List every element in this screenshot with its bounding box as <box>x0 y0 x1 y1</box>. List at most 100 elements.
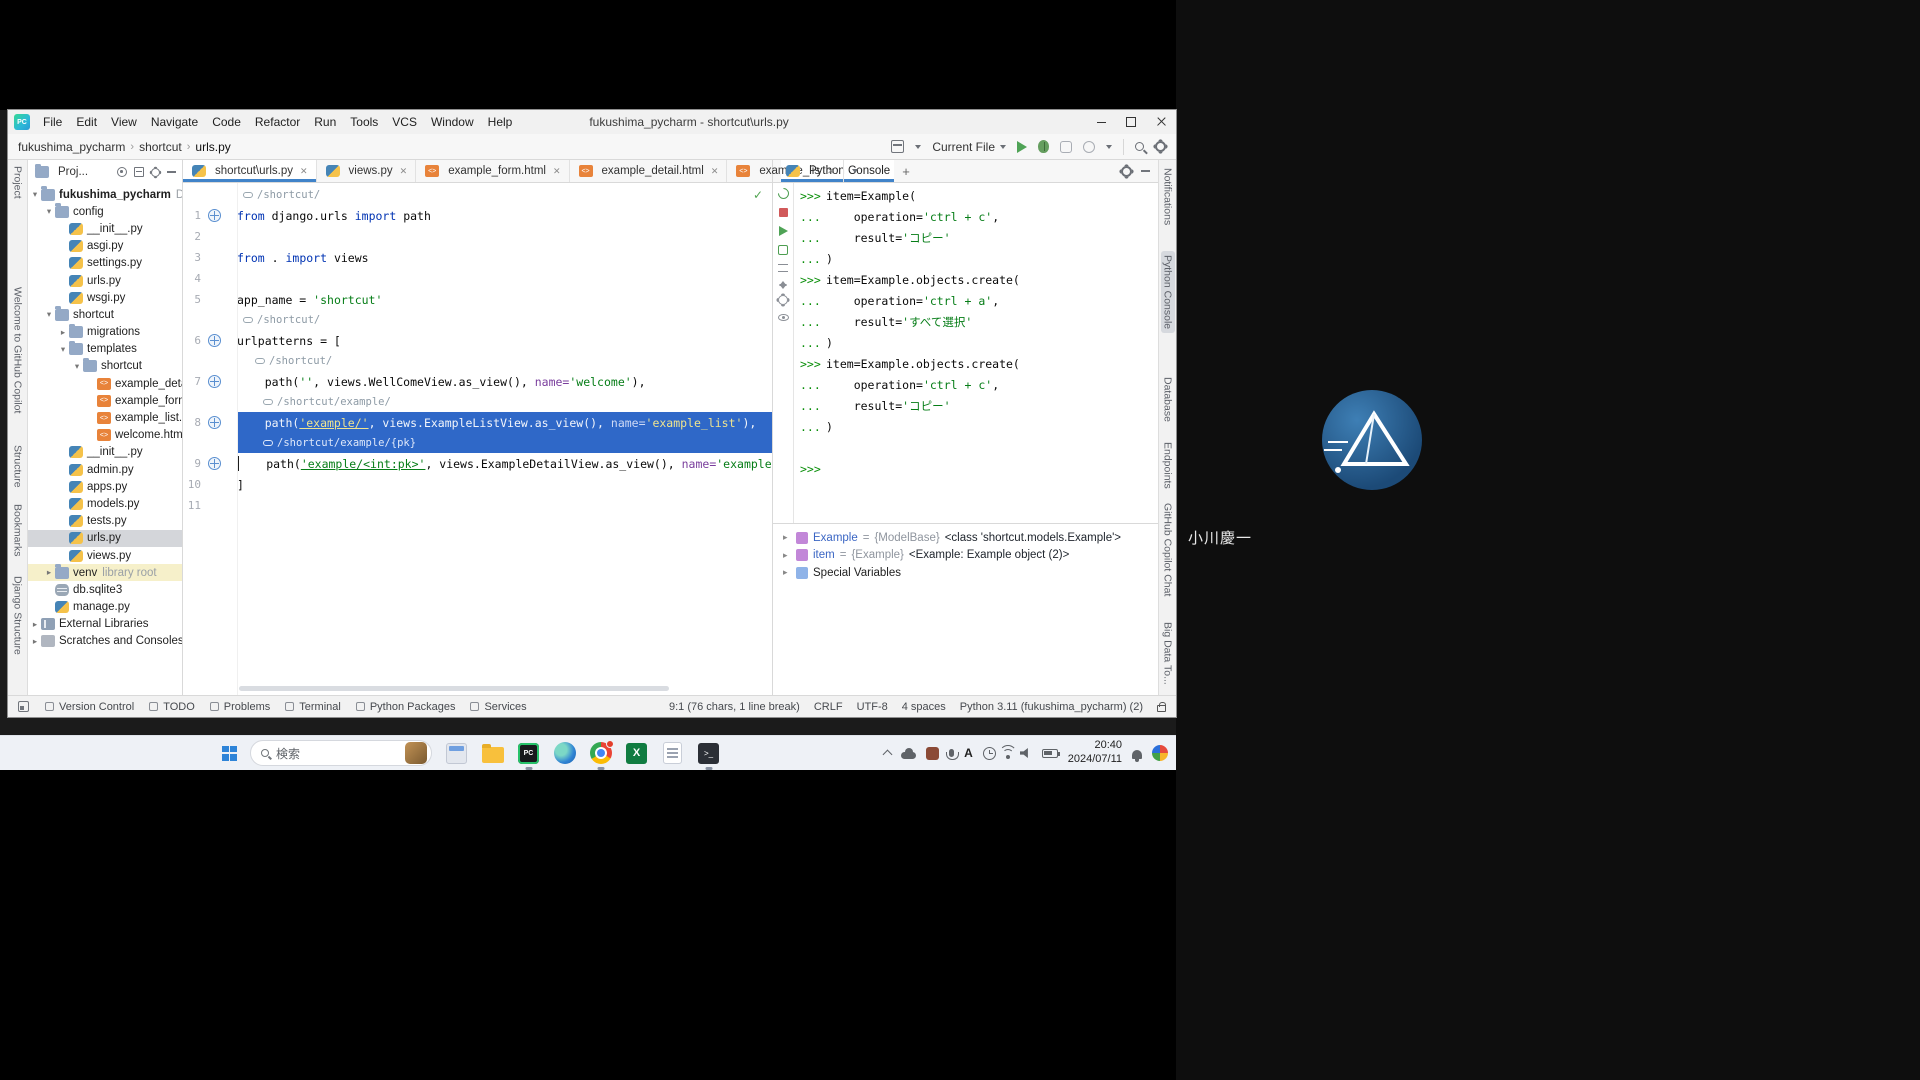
url-endpoint-gutter-icon[interactable] <box>208 416 221 429</box>
chevron-right-icon[interactable]: ▸ <box>30 636 40 647</box>
menu-item-run[interactable]: Run <box>307 115 343 129</box>
chevron-right-icon[interactable]: ▸ <box>44 567 54 578</box>
editor-tab[interactable]: views.py✕ <box>317 160 417 182</box>
profiler-icon[interactable] <box>1083 141 1095 153</box>
scroll-to-end-icon[interactable] <box>779 281 787 286</box>
execute-icon[interactable] <box>779 226 788 236</box>
stripe-item-notifications[interactable]: Notifications <box>1162 168 1174 225</box>
variable-row[interactable]: ▸Example = {ModelBase} <class 'shortcut.… <box>773 529 1158 547</box>
menu-item-help[interactable]: Help <box>481 115 520 129</box>
tree-item[interactable]: ▾templates <box>28 341 182 358</box>
explorer-folder-icon[interactable] <box>481 742 504 765</box>
stripe-item-bookmarks[interactable]: Bookmarks <box>12 504 24 557</box>
chevron-down-icon[interactable]: ▾ <box>44 309 54 320</box>
attach-debugger-icon[interactable] <box>778 245 788 255</box>
menu-item-window[interactable]: Window <box>424 115 481 129</box>
menu-item-code[interactable]: Code <box>205 115 248 129</box>
tree-item[interactable]: urls.py <box>28 272 182 289</box>
line-separator[interactable]: CRLF <box>814 701 843 713</box>
close-tab-icon[interactable]: ✕ <box>553 166 561 177</box>
clock-icon[interactable] <box>983 747 996 760</box>
close-tab-icon[interactable]: ✕ <box>827 166 835 177</box>
indent-style[interactable]: 4 spaces <box>902 701 946 713</box>
tree-item[interactable]: ▾shortcut <box>28 358 182 375</box>
layout-icon[interactable] <box>891 140 904 153</box>
chevron-down-icon[interactable] <box>915 145 921 149</box>
tree-item[interactable]: example_form <box>28 392 182 409</box>
maximize-icon[interactable] <box>1116 110 1146 134</box>
run-configuration-select[interactable]: Current File <box>932 140 1006 154</box>
console-settings-icon[interactable] <box>1121 166 1132 177</box>
url-inlay-hint[interactable]: /shortcut/example/{pk} <box>263 437 416 449</box>
chevron-down-icon[interactable]: ▾ <box>58 344 68 355</box>
pycharm-icon[interactable] <box>517 742 540 765</box>
panel-options-icon[interactable] <box>151 168 160 177</box>
chevron-right-icon[interactable]: ▸ <box>30 619 40 630</box>
status-item-services[interactable]: Services <box>470 701 526 713</box>
file-encoding[interactable]: UTF-8 <box>857 701 888 713</box>
tree-item[interactable]: settings.py <box>28 255 182 272</box>
variable-row[interactable]: ▸Special Variables <box>773 564 1158 582</box>
read-lock-icon[interactable] <box>1157 705 1166 712</box>
debug-button[interactable] <box>1038 140 1049 153</box>
url-inlay-hint[interactable]: /shortcut/ <box>243 314 320 326</box>
chevron-down-icon[interactable]: ▾ <box>44 206 54 217</box>
chevron-down-icon[interactable] <box>1106 145 1112 149</box>
stripe-item-welcome-to-github-copilot[interactable]: Welcome to GitHub Copilot <box>12 287 24 413</box>
tree-item[interactable]: manage.py <box>28 599 182 616</box>
tree-item[interactable]: asgi.py <box>28 238 182 255</box>
watch-icon[interactable] <box>778 314 789 321</box>
console-output[interactable]: >>>item=Example(... operation='ctrl + c'… <box>794 183 1158 523</box>
taskbar-datetime[interactable]: 20:40 2024/07/11 <box>1068 739 1122 767</box>
soft-wrap-icon[interactable] <box>778 264 788 272</box>
ime-language-icon[interactable]: A <box>964 746 973 760</box>
stripe-item-big-data-to-[interactable]: Big Data To... <box>1162 622 1174 685</box>
status-item-version-control[interactable]: Version Control <box>45 701 134 713</box>
terminal-icon[interactable] <box>697 742 720 765</box>
new-console-icon[interactable]: + <box>902 164 910 179</box>
menu-item-navigate[interactable]: Navigate <box>144 115 205 129</box>
code-line[interactable]: 10] <box>183 474 772 495</box>
settings-gear-icon[interactable] <box>1155 141 1166 152</box>
coverage-icon[interactable] <box>1060 141 1072 153</box>
status-item-terminal[interactable]: Terminal <box>285 701 341 713</box>
code-line[interactable]: 5app_name = 'shortcut' <box>183 289 772 310</box>
tree-item[interactable]: __init__.py <box>28 444 182 461</box>
start-button-icon[interactable] <box>222 746 237 761</box>
tree-item[interactable]: welcome.htm <box>28 427 182 444</box>
tree-item[interactable]: wsgi.py <box>28 289 182 306</box>
mic-icon[interactable] <box>949 749 954 757</box>
tree-item[interactable]: ▾fukushima_pycharmD:\pro... <box>28 186 182 203</box>
url-endpoint-gutter-icon[interactable] <box>208 457 221 470</box>
chevron-down-icon[interactable]: ▾ <box>72 361 82 372</box>
colorful-app-icon[interactable] <box>1152 745 1168 761</box>
breadcrumb-item[interactable]: fukushima_pycharm <box>18 140 125 154</box>
console-options-icon[interactable] <box>778 295 788 305</box>
url-inlay-hint[interactable]: /shortcut/ <box>243 189 320 201</box>
stripe-item-database[interactable]: Database <box>1162 377 1174 422</box>
editor-tab[interactable]: example_form.html✕ <box>416 160 569 182</box>
breadcrumb-item[interactable]: urls.py <box>195 140 230 154</box>
wifi-icon[interactable] <box>1006 755 1010 759</box>
tree-item[interactable]: views.py <box>28 547 182 564</box>
hidden-icons-chevron-icon[interactable] <box>883 750 893 760</box>
search-highlight-image[interactable] <box>405 742 427 764</box>
hidden-tabs-chevron-icon[interactable] <box>852 169 858 173</box>
tree-item[interactable]: apps.py <box>28 478 182 495</box>
tree-item[interactable]: ▸External Libraries <box>28 616 182 633</box>
close-tab-icon[interactable]: ✕ <box>711 166 719 177</box>
locate-file-icon[interactable] <box>117 167 127 177</box>
excel-icon[interactable] <box>625 742 648 765</box>
tool-window-switcher-icon[interactable] <box>18 701 29 712</box>
tree-item[interactable]: models.py <box>28 495 182 512</box>
editor-tab[interactable]: shortcut\urls.py✕ <box>183 160 317 182</box>
battery-icon[interactable] <box>1042 749 1058 758</box>
tree-item[interactable]: ▸migrations <box>28 324 182 341</box>
status-item-problems[interactable]: Problems <box>210 701 270 713</box>
menu-item-vcs[interactable]: VCS <box>385 115 424 129</box>
close-tab-icon[interactable]: ✕ <box>400 166 408 177</box>
code-line[interactable]: 11 <box>183 495 772 516</box>
menu-item-tools[interactable]: Tools <box>343 115 385 129</box>
tray-app-icon[interactable] <box>926 747 939 760</box>
stripe-item-python-console[interactable]: Python Console <box>1161 251 1175 333</box>
